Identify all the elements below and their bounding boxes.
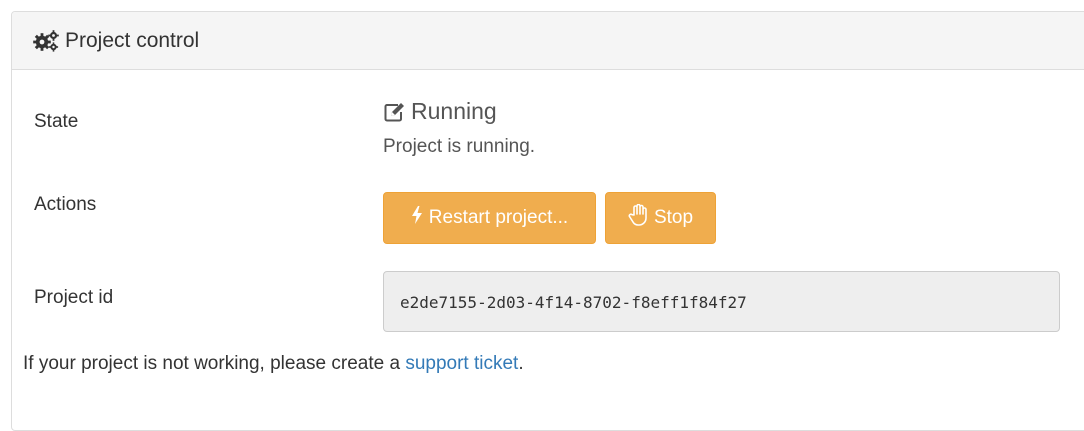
hand-icon [628,203,648,232]
state-value-text: Running [411,98,497,124]
restart-project-label: Restart project... [428,207,569,228]
help-suffix: . [518,353,524,374]
panel-heading: Project control [12,12,1084,70]
support-help-text: If your project is not working, please c… [23,353,524,375]
project-id-field[interactable]: e2de7155-2d03-4f14-8702-f8eff1f84f27 [383,271,1060,332]
state-description: Project is running. [383,136,536,157]
edit-icon [383,101,405,123]
help-prefix: If your project is not working, please c… [23,353,406,374]
panel-title: Project control [65,28,200,52]
state-label: State [34,111,79,132]
stop-label: Stop [653,207,694,228]
bolt-icon [411,206,423,230]
project-id-label: Project id [34,287,114,308]
state-value: Running [383,98,497,125]
stop-button[interactable]: Stop [605,192,716,244]
gears-icon [33,29,59,52]
support-ticket-link[interactable]: support ticket [405,353,518,374]
restart-project-button[interactable]: Restart project... [383,192,596,244]
actions-label: Actions [34,194,97,215]
